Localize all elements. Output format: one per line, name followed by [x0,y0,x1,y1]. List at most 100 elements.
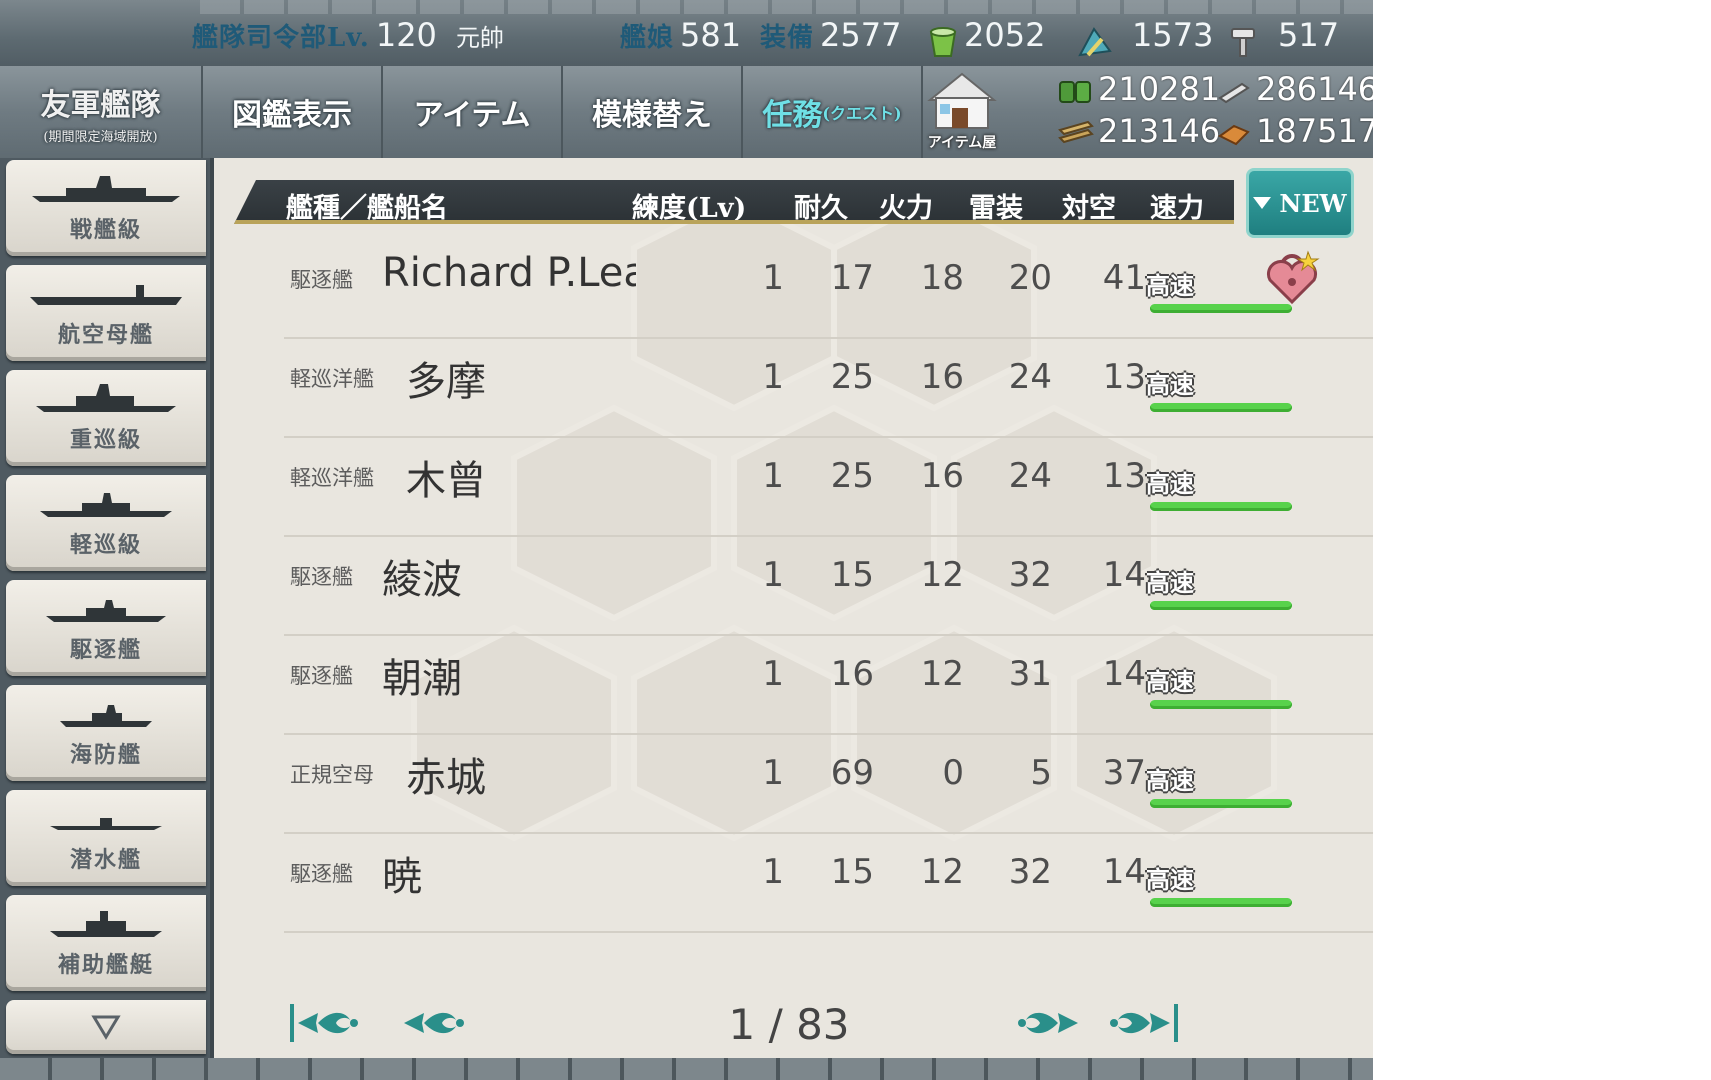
heavy-cruiser-silhouette-icon [36,384,176,412]
ammo-resource: 286146 [1216,70,1373,108]
table-row[interactable]: 駆逐艦 綾波 1 15 12 32 14 高速 [284,535,1373,636]
sidebar-tab-battleship[interactable]: 戦艦級 [6,160,206,256]
ship-torpedo: 24 [1008,456,1052,496]
sidebar-tab-label: 重巡級 [69,427,142,453]
sidebar-tab-carrier[interactable]: 航空母艦 [6,265,206,361]
ammo-icon [1218,82,1250,104]
pagination: 1 / 83 [214,978,1373,1058]
last-page-button[interactable] [1100,998,1180,1048]
header-hp[interactable]: 耐久 [794,186,848,224]
sidebar-tab-label: 潜水艦 [69,847,142,873]
screw-count-value: 517 [1278,16,1340,54]
ship-hp: 15 [830,555,874,595]
rank-text: 元帥 [456,24,504,52]
previous-page-button[interactable] [400,998,480,1048]
hq-level: 艦隊司令部Lv. 120 元帥 [192,16,504,54]
ship-level: 1 [762,852,784,892]
ship-firepower: 12 [920,654,964,694]
nav-encyclopedia-button[interactable]: 図鑑表示 [203,66,383,158]
ship-hp: 25 [830,357,874,397]
first-page-button[interactable] [288,998,368,1048]
ship-anti-air: 41 [1102,258,1146,298]
nav-items-button[interactable]: アイテム [383,66,563,158]
shop-icon [927,72,997,129]
ship-level: 1 [762,357,784,397]
nav-allied-fleet-button[interactable]: 友軍艦隊 (期間限定海域開放) [0,66,203,158]
nav-furniture-label: 模様替え [592,98,712,133]
header-level[interactable]: 練度(Lv) [632,186,746,224]
battleship-silhouette-icon [32,176,180,202]
header-torpedo[interactable]: 雷装 [969,186,1023,224]
sidebar-tab-heavy-cruiser[interactable]: 重巡級 [6,370,206,466]
ship-firepower: 0 [942,753,964,793]
condition-bar [1150,601,1292,610]
main-nav: 友軍艦隊 (期間限定海域開放) 図鑑表示 アイテム 模様替え 任務 (クエスト)… [0,66,1373,161]
carrier-silhouette-icon [30,285,182,305]
ship-firepower: 18 [920,258,964,298]
sidebar-tab-label: 航空母艦 [57,322,154,348]
heart-lock-icon[interactable] [1262,246,1322,306]
ship-name: 朝潮 [382,656,462,702]
ship-torpedo: 31 [1008,654,1052,694]
ship-name: 赤城 [406,755,486,801]
ship-type: 正規空母 [290,763,374,787]
table-row[interactable]: 正規空母 赤城 1 69 0 5 37 高速 [284,733,1373,834]
nav-furniture-button[interactable]: 模様替え [563,66,743,158]
destroyer-silhouette-icon [46,600,166,622]
ship-type: 駆逐艦 [290,664,353,688]
ship-name: 綾波 [382,557,462,603]
ship-type: 軽巡洋艦 [290,367,374,391]
ship-speed: 高速 [1146,370,1194,399]
next-page-button[interactable] [1002,998,1082,1048]
hq-level-label: 艦隊司令部Lv. [192,23,370,53]
table-row[interactable]: 駆逐艦 Richard P.Lea 1 17 18 20 41 高速 [284,238,1373,339]
ship-speed: 高速 [1146,766,1194,795]
ship-hp: 15 [830,852,874,892]
auxiliary-silhouette-icon [50,911,162,937]
fuel-icon [1059,81,1091,103]
ship-count: 艦娘 581 [620,16,741,54]
sidebar-tab-label: 補助艦艇 [57,952,154,978]
nav-quest-sublabel: (クエスト) [822,104,902,123]
status-bar: 艦隊司令部Lv. 120 元帥 艦娘 581 装備 2577 2052 1573 5 [0,0,1373,68]
ship-type: 駆逐艦 [290,565,353,589]
nav-items-label: アイテム [413,98,531,133]
ship-torpedo: 5 [1030,753,1052,793]
table-row[interactable]: 駆逐艦 朝潮 1 16 12 31 14 高速 [284,634,1373,735]
header-firepower[interactable]: 火力 [879,186,933,224]
sort-new-button[interactable]: NEW [1246,168,1354,238]
sidebar-tab-label: 駆逐艦 [69,637,142,663]
ship-anti-air: 14 [1102,555,1146,595]
item-shop-button[interactable]: アイテム屋 [922,70,1002,154]
sidebar-tab-destroyer[interactable]: 駆逐艦 [6,580,206,676]
condition-bar [1150,700,1292,709]
table-row[interactable]: 駆逐艦 暁 1 15 12 32 14 高速 [284,832,1373,933]
table-row[interactable]: 軽巡洋艦 木曾 1 25 16 24 13 高速 [284,436,1373,537]
sidebar-scroll-down-button[interactable] [6,1000,206,1054]
sidebar-tab-light-cruiser[interactable]: 軽巡級 [6,475,206,571]
sidebar-tab-auxiliary[interactable]: 補助艦艇 [6,895,206,991]
table-row[interactable]: 軽巡洋艦 多摩 1 25 16 24 13 高速 [284,337,1373,438]
ship-anti-air: 13 [1102,357,1146,397]
equip-count-label: 装備 [760,23,815,53]
header-speed[interactable]: 速力 [1150,186,1204,224]
ship-name: 暁 [382,854,422,900]
table-header: 艦種／艦船名 練度(Lv) 耐久 火力 雷装 対空 速力 [234,180,1234,224]
header-name[interactable]: 艦種／艦船名 [286,186,448,224]
header-anti-air[interactable]: 対空 [1062,186,1116,224]
sidebar-tab-submarine[interactable]: 潜水艦 [6,790,206,886]
ship-name: Richard P.Lea [382,250,636,296]
nav-encyclopedia-label: 図鑑表示 [232,98,352,133]
fuel-resource: 210281 [1058,70,1220,108]
ship-list-panel: 艦種／艦船名 練度(Lv) 耐久 火力 雷装 対空 速力 NEW 駆逐艦 Ric… [210,158,1373,1058]
ship-speed: 高速 [1146,667,1194,696]
improvement-material-icon [1231,27,1255,57]
nav-quest-button[interactable]: 任務 (クエスト) [743,66,923,158]
triangle-down-icon [91,1015,121,1040]
ship-name: 多摩 [406,359,486,405]
ship-hp: 69 [830,753,874,793]
ship-torpedo: 20 [1008,258,1052,298]
sidebar-tab-escort[interactable]: 海防艦 [6,685,206,781]
ship-anti-air: 37 [1102,753,1146,793]
escort-silhouette-icon [60,705,152,727]
